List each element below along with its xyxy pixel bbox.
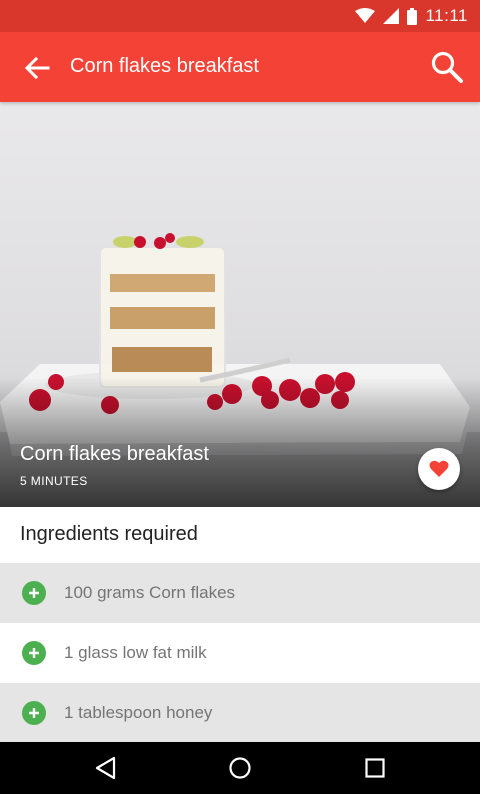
ingredient-list: 100 grams Corn flakes 1 glass low fat mi…: [0, 563, 480, 743]
status-bar: 11:11: [0, 0, 480, 32]
heart-icon: [429, 460, 449, 477]
ingredient-label: 1 glass low fat milk: [64, 643, 207, 662]
app-bar-title: Corn flakes breakfast: [70, 55, 259, 77]
back-triangle-icon: [95, 756, 116, 780]
battery-icon: [407, 7, 418, 25]
back-button[interactable]: [22, 53, 52, 83]
arrow-back-icon: [24, 56, 50, 80]
signal-icon: [383, 8, 400, 24]
plus-circle-icon[interactable]: [22, 581, 46, 605]
recents-square-icon: [365, 758, 385, 778]
recipe-title: Corn flakes breakfast: [20, 443, 209, 465]
nav-recents-button[interactable]: [361, 754, 389, 782]
ingredient-label: 1 tablespoon honey: [64, 703, 213, 722]
ingredient-item[interactable]: 1 tablespoon honey: [0, 683, 480, 743]
ingredients-header: Ingredients required: [0, 507, 480, 563]
plus-circle-icon[interactable]: [22, 641, 46, 665]
status-icons: 11:11: [355, 6, 468, 26]
recipe-duration: 5 MINUTES: [20, 474, 88, 488]
nav-back-button[interactable]: [92, 754, 120, 782]
ingredients-title: Ingredients required: [20, 523, 198, 545]
ingredient-label: 100 grams Corn flakes: [64, 583, 236, 602]
ingredient-item[interactable]: 1 glass low fat milk: [0, 623, 480, 683]
plus-circle-icon[interactable]: [22, 701, 46, 725]
wifi-icon: [355, 8, 376, 23]
recipe-hero: Corn flakes breakfast 5 MINUTES: [0, 102, 480, 507]
app-bar: Corn flakes breakfast: [0, 32, 480, 102]
search-button[interactable]: [430, 50, 464, 84]
home-circle-icon: [229, 757, 251, 779]
nav-home-button[interactable]: [226, 754, 254, 782]
ingredient-item[interactable]: 100 grams Corn flakes: [0, 563, 480, 623]
favorite-button[interactable]: [418, 448, 460, 490]
system-nav-bar: [0, 742, 480, 794]
search-icon: [431, 51, 463, 83]
status-time: 11:11: [425, 6, 468, 25]
